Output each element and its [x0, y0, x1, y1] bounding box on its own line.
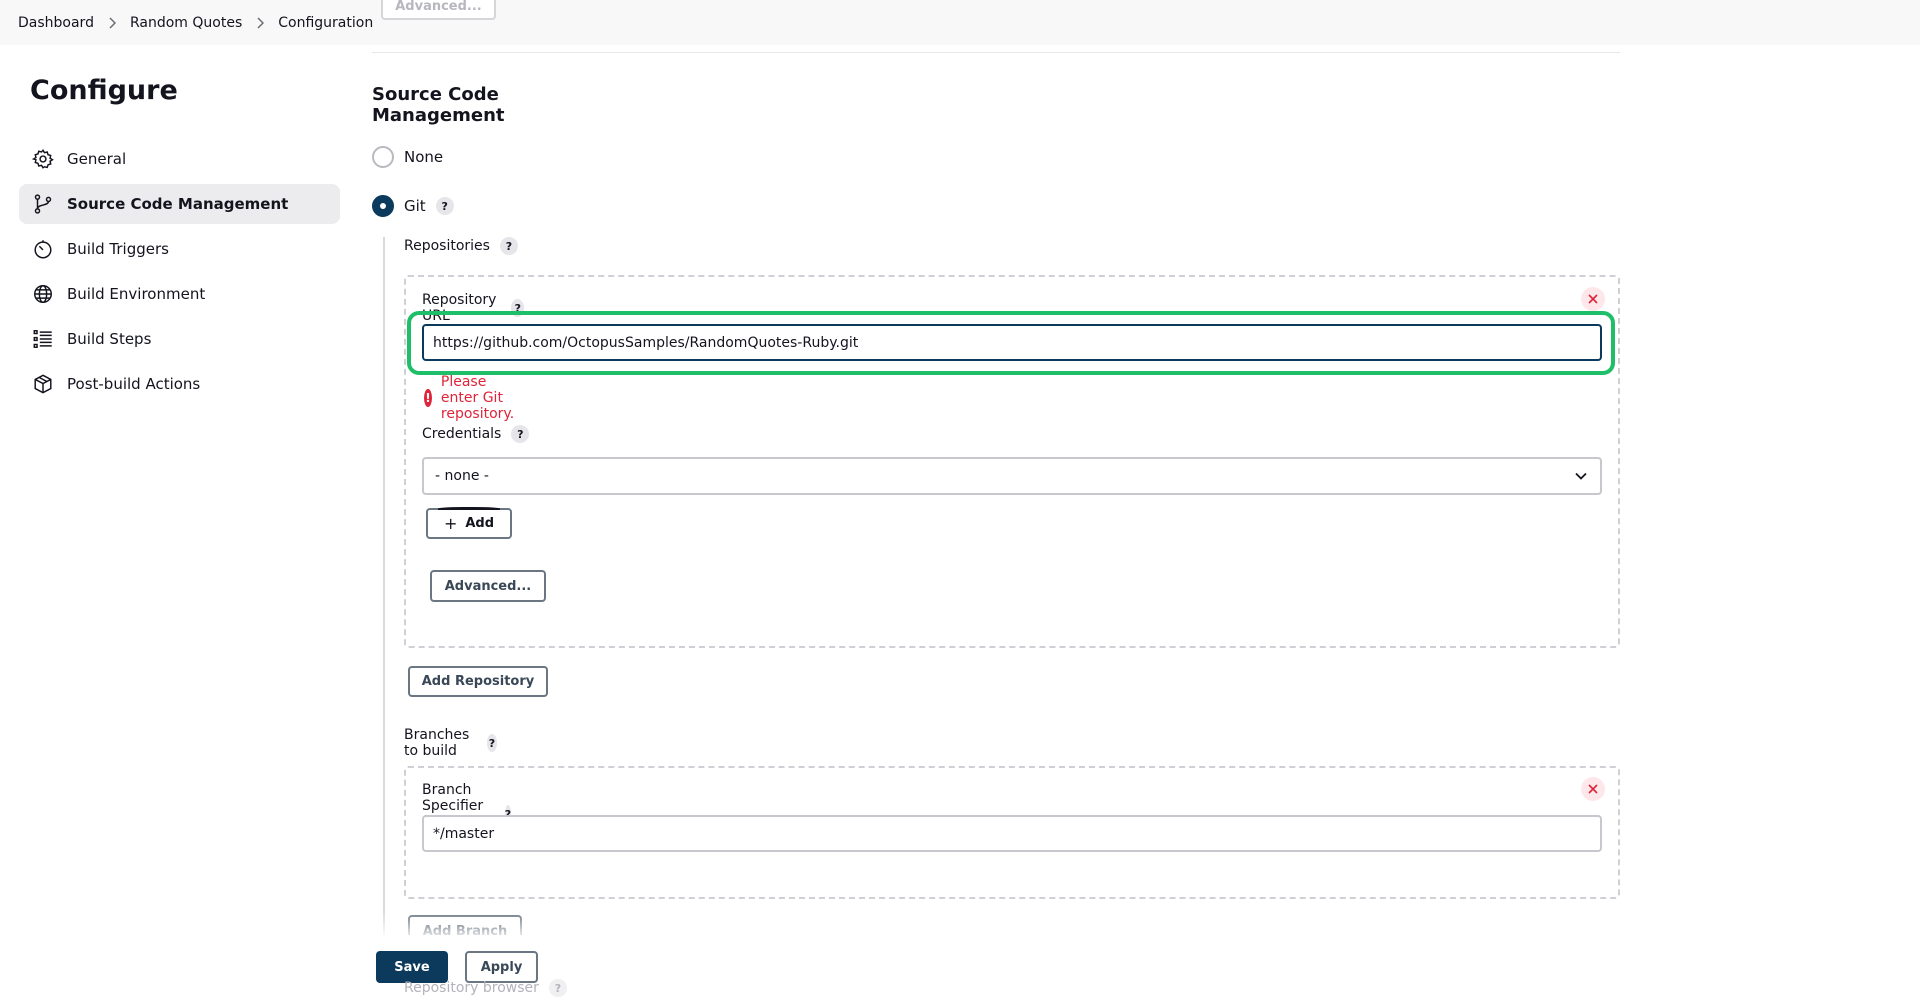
- top-bar: Dashboard Random Quotes Configuration Ad…: [0, 0, 1920, 45]
- repositories-label-row: Repositories ?: [404, 237, 518, 255]
- chevron-right-icon: [256, 16, 265, 29]
- advanced-button[interactable]: Advanced...: [430, 570, 546, 602]
- help-icon[interactable]: ?: [486, 734, 498, 752]
- sidebar-item-build-triggers[interactable]: Build Triggers: [19, 229, 340, 269]
- radio-git-row[interactable]: Git ?: [372, 195, 454, 217]
- help-icon[interactable]: ?: [548, 979, 567, 997]
- page-title: Configure: [30, 75, 178, 106]
- breadcrumb: Dashboard Random Quotes Configuration: [18, 0, 373, 45]
- sidebar-item-label: General: [67, 150, 127, 168]
- credentials-value: - none -: [435, 468, 489, 484]
- credentials-label-row: Credentials ?: [422, 425, 530, 443]
- git-section-line: [383, 237, 385, 995]
- globe-icon: [32, 283, 54, 305]
- sidebar-item-general[interactable]: General: [19, 139, 340, 179]
- radio-git-label[interactable]: Git: [404, 197, 426, 215]
- repository-url-error: ! Please enter Git repository.: [424, 374, 524, 422]
- breadcrumb-random-quotes[interactable]: Random Quotes: [130, 15, 242, 31]
- add-label: Add: [465, 516, 495, 531]
- sidebar-item-label: Build Steps: [67, 330, 152, 348]
- advanced-button-faded[interactable]: Advanced...: [381, 0, 496, 20]
- sidebar-item-label: Build Triggers: [67, 240, 169, 258]
- divider: [372, 52, 1620, 53]
- error-icon: !: [424, 389, 432, 407]
- credentials-label: Credentials: [422, 426, 502, 442]
- repository-url-label: Repository URL: [422, 292, 497, 324]
- credentials-select[interactable]: - none -: [422, 457, 1602, 495]
- add-repository-button[interactable]: Add Repository: [408, 666, 548, 697]
- remove-branch-close-icon[interactable]: [1581, 777, 1605, 801]
- branches-label-row: Branches to build ?: [404, 727, 498, 759]
- radio-none-label[interactable]: None: [404, 148, 443, 166]
- radio-none[interactable]: [372, 146, 394, 168]
- gear-icon: [32, 148, 54, 170]
- chevron-down-icon: [1574, 469, 1588, 487]
- repository-url-label-row: Repository URL ?: [422, 292, 525, 324]
- repository-browser-label-row: Repository browser ?: [404, 979, 567, 997]
- branches-label: Branches to build: [404, 727, 470, 759]
- chevron-right-icon: [108, 16, 116, 29]
- button-top-mark: [438, 507, 500, 511]
- help-icon[interactable]: ?: [435, 197, 454, 215]
- sidebar-item-label: Post-build Actions: [67, 375, 201, 393]
- git-branch-icon: [32, 193, 54, 215]
- breadcrumb-dashboard[interactable]: Dashboard: [18, 15, 94, 31]
- breadcrumb-configuration[interactable]: Configuration: [278, 15, 373, 31]
- list-icon: [32, 328, 54, 350]
- branch-specifier-input[interactable]: [422, 815, 1602, 852]
- help-icon[interactable]: ?: [511, 299, 525, 317]
- sidebar-item-build-environment[interactable]: Build Environment: [19, 274, 340, 314]
- plus-icon: +: [443, 514, 458, 533]
- package-icon: [32, 373, 54, 395]
- help-icon[interactable]: ?: [499, 237, 518, 255]
- repository-browser-label: Repository browser: [404, 980, 539, 996]
- remove-repository-close-icon[interactable]: [1581, 287, 1605, 311]
- radio-git[interactable]: [372, 195, 394, 217]
- help-icon[interactable]: ?: [511, 425, 530, 443]
- radio-none-row[interactable]: None: [372, 146, 443, 168]
- sidebar-item-label: Build Environment: [67, 285, 206, 303]
- repository-url-input[interactable]: [422, 324, 1602, 361]
- repositories-label: Repositories: [404, 238, 490, 254]
- sidebar-item-source-code-management[interactable]: Source Code Management: [19, 184, 340, 224]
- error-message: Please enter Git repository.: [440, 374, 515, 422]
- sidebar-item-build-steps[interactable]: Build Steps: [19, 319, 340, 359]
- sidebar-item-label: Source Code Management: [67, 195, 289, 213]
- section-title: Source Code Management: [372, 84, 505, 126]
- timer-icon: [32, 238, 54, 260]
- sidebar-item-post-build-actions[interactable]: Post-build Actions: [19, 364, 340, 404]
- add-credentials-button[interactable]: + Add: [426, 507, 512, 539]
